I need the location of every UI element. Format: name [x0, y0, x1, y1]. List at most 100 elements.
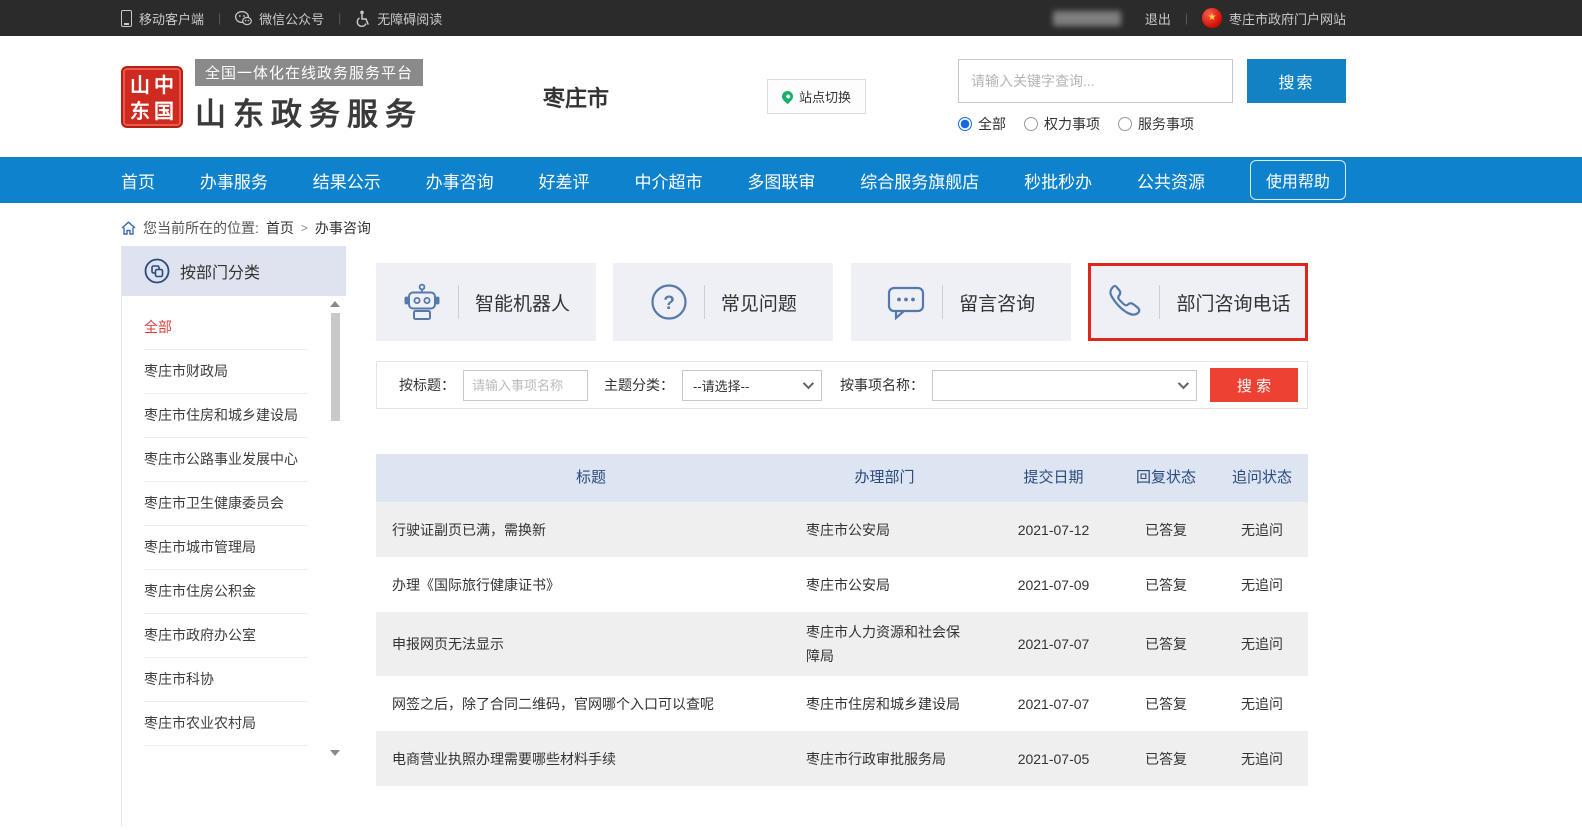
row-department: 枣庄市人力资源和社会保障局 [806, 612, 991, 676]
header-search-input[interactable] [958, 59, 1233, 103]
separator: | [1185, 11, 1188, 25]
nav-reviews[interactable]: 好差评 [539, 168, 590, 193]
site-logo[interactable]: 山 中 东 国 全国一体化在线政务服务平台 山东政务服务 [121, 59, 423, 134]
city-name: 枣庄市 [543, 81, 609, 113]
sidebar-item-all[interactable]: 全部 [144, 306, 308, 350]
mobile-phone-icon [121, 10, 132, 27]
sidebar-item-science-association[interactable]: 枣庄市科协 [144, 658, 308, 702]
item-filter-label: 按事项名称： [840, 375, 924, 395]
scroll-down-icon[interactable] [330, 750, 340, 756]
mobile-client-link[interactable]: 移动客户端 [121, 9, 204, 28]
table-row[interactable]: 电商营业执照办理需要哪些材料手续 枣庄市行政审批服务局 2021-07-05 已… [376, 731, 1308, 786]
nav-multi-review[interactable]: 多图联审 [747, 168, 815, 193]
tab-department-phone[interactable]: 部门咨询电话 [1088, 263, 1308, 341]
sidebar-item-finance-bureau[interactable]: 枣庄市财政局 [144, 350, 308, 394]
portal-link[interactable]: ★ 枣庄市政府门户网站 [1202, 8, 1346, 28]
row-title[interactable]: 申报网页无法显示 [376, 624, 806, 664]
divider [704, 285, 705, 319]
table-row[interactable]: 行驶证副页已满，需换新 枣庄市公安局 2021-07-12 已答复 无追问 [376, 502, 1308, 557]
radio-all[interactable]: 全部 [958, 114, 1006, 134]
location-pin-icon [780, 89, 796, 105]
row-date: 2021-07-09 [991, 565, 1116, 605]
divider [1159, 285, 1160, 319]
table-row-partial[interactable] [376, 786, 1308, 830]
col-submit-date: 提交日期 [991, 458, 1116, 498]
mobile-client-label: 移动客户端 [139, 9, 204, 28]
row-title[interactable]: 办理《国际旅行健康证书》 [376, 565, 806, 605]
nav-services[interactable]: 办事服务 [200, 168, 268, 193]
row-reply-status: 已答复 [1116, 739, 1216, 779]
radio-icon [1118, 117, 1132, 131]
china-shandong-seal-icon: 山 中 东 国 [121, 66, 183, 128]
topic-select[interactable]: --请选择-- [682, 370, 822, 401]
question-icon: ? [650, 283, 688, 321]
home-icon [121, 221, 136, 235]
top-utility-bar: 移动客户端 | 微信公众号 | 无障碍阅读 退出 | ★ [0, 0, 1582, 36]
nav-consultation[interactable]: 办事咨询 [426, 168, 494, 193]
header-search-button[interactable]: 搜索 [1247, 59, 1346, 103]
site-switch-button[interactable]: 站点切换 [767, 79, 866, 114]
row-reply-status: 已答复 [1116, 624, 1216, 664]
row-department: 枣庄市公安局 [806, 510, 991, 550]
accessibility-icon [355, 10, 370, 27]
nav-public-resources[interactable]: 公共资源 [1137, 168, 1205, 193]
tab-smart-robot[interactable]: 智能机器人 [376, 263, 596, 341]
scroll-up-icon[interactable] [330, 301, 340, 307]
radio-power-items[interactable]: 权力事项 [1024, 114, 1100, 134]
radio-service-items[interactable]: 服务事项 [1118, 114, 1194, 134]
row-followup-status: 无追问 [1216, 739, 1308, 779]
sidebar-item-health-commission[interactable]: 枣庄市卫生健康委员会 [144, 482, 308, 526]
sidebar-item-government-office[interactable]: 枣庄市政府办公室 [144, 614, 308, 658]
table-row[interactable]: 办理《国际旅行健康证书》 枣庄市公安局 2021-07-09 已答复 无追问 [376, 557, 1308, 612]
item-name-select[interactable] [932, 370, 1197, 401]
breadcrumb-separator: > [301, 221, 308, 235]
wechat-label: 微信公众号 [259, 9, 324, 28]
logout-link[interactable]: 退出 [1145, 9, 1171, 28]
filter-search-button[interactable]: 搜 索 [1210, 368, 1298, 402]
table-row[interactable]: 申报网页无法显示 枣庄市人力资源和社会保障局 2021-07-07 已答复 无追… [376, 612, 1308, 676]
sidebar-item-city-management-bureau[interactable]: 枣庄市城市管理局 [144, 526, 308, 570]
sidebar-item-agriculture-bureau[interactable]: 枣庄市农业农村局 [144, 702, 308, 746]
scrollbar-thumb[interactable] [331, 313, 340, 421]
sidebar-item-housing-construction-bureau[interactable]: 枣庄市住房和城乡建设局 [144, 394, 308, 438]
row-title[interactable]: 网签之后，除了合同二维码，官网哪个入口可以查呢 [376, 684, 806, 724]
portal-label: 枣庄市政府门户网站 [1229, 9, 1346, 28]
nav-help-button[interactable]: 使用帮助 [1250, 160, 1346, 200]
nav-agency-market[interactable]: 中介超市 [634, 168, 702, 193]
row-reply-status: 已答复 [1116, 510, 1216, 550]
national-emblem-icon: ★ [1202, 8, 1222, 28]
department-sidebar: 按部门分类 全部 枣庄市财政局 枣庄市住房和城乡建设局 枣庄市公路事业发展中心 … [121, 246, 346, 826]
platform-badge: 全国一体化在线政务服务平台 [195, 59, 423, 86]
robot-icon [402, 283, 442, 321]
col-department: 办理部门 [806, 458, 991, 498]
wechat-link[interactable]: 微信公众号 [235, 9, 324, 28]
row-followup-status: 无追问 [1216, 624, 1308, 664]
topic-filter-label: 主题分类： [604, 375, 674, 395]
accessibility-link[interactable]: 无障碍阅读 [355, 9, 442, 28]
row-title[interactable]: 电商营业执照办理需要哪些材料手续 [376, 739, 806, 779]
row-followup-status: 无追问 [1216, 565, 1308, 605]
sidebar-item-housing-fund[interactable]: 枣庄市住房公积金 [144, 570, 308, 614]
breadcrumb-home[interactable]: 首页 [266, 218, 294, 238]
sidebar-scrollbar[interactable] [330, 301, 340, 756]
accessibility-label: 无障碍阅读 [377, 9, 442, 28]
nav-results[interactable]: 结果公示 [313, 168, 381, 193]
table-row[interactable]: 网签之后，除了合同二维码，官网哪个入口可以查呢 枣庄市住房和城乡建设局 2021… [376, 676, 1308, 731]
nav-instant-approval[interactable]: 秒批秒办 [1024, 168, 1092, 193]
breadcrumb-prefix: 您当前所在的位置: [143, 218, 259, 238]
row-followup-status: 无追问 [1216, 510, 1308, 550]
wechat-icon [235, 11, 252, 26]
nav-flagship-store[interactable]: 综合服务旗舰店 [860, 168, 979, 193]
sidebar-item-highway-center[interactable]: 枣庄市公路事业发展中心 [144, 438, 308, 482]
tab-message-consult[interactable]: 留言咨询 [851, 263, 1071, 341]
search-scope-radios: 全部 权力事项 服务事项 [958, 114, 1346, 134]
row-reply-status: 已答复 [1116, 565, 1216, 605]
row-title[interactable]: 行驶证副页已满，需换新 [376, 510, 806, 550]
sidebar-header: 按部门分类 [122, 246, 346, 296]
row-date: 2021-07-07 [991, 684, 1116, 724]
title-filter-input[interactable] [463, 370, 588, 401]
svg-text:?: ? [663, 293, 675, 314]
divider [942, 285, 943, 319]
nav-home[interactable]: 首页 [121, 168, 155, 193]
tab-faq[interactable]: ? 常见问题 [613, 263, 833, 341]
